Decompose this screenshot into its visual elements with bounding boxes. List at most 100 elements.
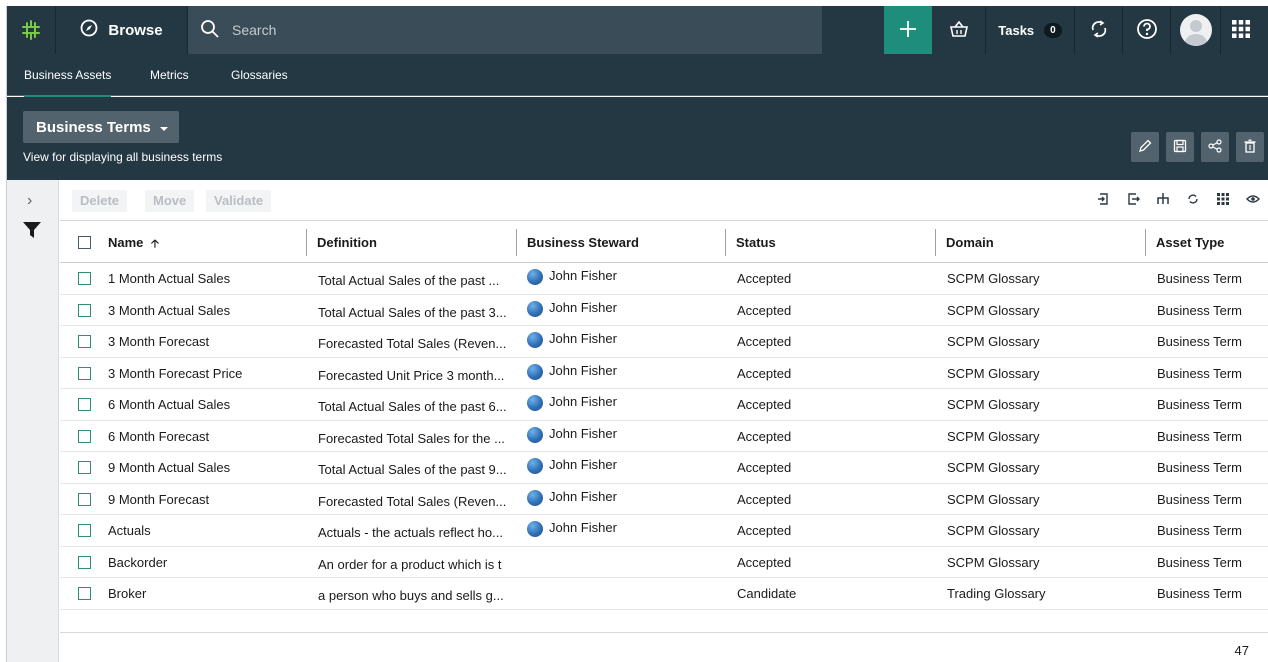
cell-name[interactable]: 3 Month Actual Sales [108, 295, 308, 326]
row-checkbox[interactable] [78, 492, 91, 506]
row-checkbox[interactable] [78, 429, 91, 443]
cell-domain[interactable]: SCPM Glossary [947, 326, 1147, 357]
cell-domain[interactable]: SCPM Glossary [947, 389, 1147, 420]
view-description: View for displaying all business terms [23, 150, 223, 164]
expand-chevron-icon[interactable]: › [27, 192, 32, 210]
help-button[interactable] [1123, 6, 1171, 54]
column-header-definition[interactable]: Definition [306, 222, 377, 263]
table-row[interactable]: 1 Month Actual Sales Total Actual Sales o… [60, 263, 1268, 295]
row-checkbox[interactable] [78, 461, 91, 474]
save-view-button[interactable] [1166, 132, 1194, 162]
row-checkbox[interactable] [78, 366, 91, 380]
cell-name[interactable]: 3 Month Forecast [108, 326, 308, 357]
cell-steward[interactable]: John Fisher [527, 449, 727, 480]
row-checkbox[interactable] [78, 272, 91, 285]
cell-name[interactable]: 9 Month Forecast [108, 484, 308, 515]
user-menu[interactable] [1171, 6, 1221, 54]
cell-steward[interactable]: John Fisher [527, 292, 727, 323]
column-header-steward[interactable]: Business Steward [516, 222, 639, 263]
validate-button[interactable]: Validate [206, 190, 272, 212]
cell-steward[interactable]: John Fisher [527, 512, 727, 543]
view-actions [1131, 132, 1264, 162]
cell-domain[interactable]: SCPM Glossary [947, 295, 1147, 326]
steward-name: John Fisher [549, 331, 617, 346]
cell-definition: Actuals - the actuals reflect ho... [318, 525, 503, 540]
export-icon[interactable] [1125, 190, 1141, 208]
table-row[interactable]: 3 Month Forecast Forecasted Total Sales (… [60, 326, 1268, 358]
cell-name[interactable]: 1 Month Actual Sales [108, 263, 308, 294]
table-row[interactable]: 3 Month Forecast Price Forecasted Unit Pr… [60, 355, 1268, 389]
cell-domain[interactable]: Trading Glossary [947, 578, 1147, 609]
apps-button[interactable] [1221, 6, 1261, 54]
delete-button[interactable]: Delete [72, 190, 128, 212]
table-row[interactable]: Actuals Actuals - the actuals reflect ho.… [60, 515, 1268, 547]
column-header-status[interactable]: Status [725, 222, 776, 263]
column-header-domain[interactable]: Domain [935, 222, 994, 263]
column-header-asset-type[interactable]: Asset Type [1144, 222, 1224, 263]
cell-name[interactable]: 6 Month Actual Sales [108, 389, 308, 420]
tab-business-assets[interactable]: Business Assets [24, 54, 112, 97]
basket-button[interactable] [932, 6, 986, 54]
cell-steward[interactable]: John Fisher [527, 418, 727, 449]
row-checkbox[interactable] [78, 524, 91, 537]
user-avatar-icon [527, 458, 543, 474]
table-row[interactable]: 6 Month Forecast Forecasted Total Sales f… [60, 418, 1268, 452]
cell-status: Accepted [737, 523, 792, 538]
search-input[interactable]: Search [188, 6, 822, 54]
cell-steward[interactable]: John Fisher [527, 323, 727, 354]
share-view-button[interactable] [1201, 132, 1229, 162]
hierarchy-icon[interactable] [1155, 190, 1171, 208]
table-row[interactable]: Broker a person who buys and sells g... Ca… [60, 578, 1268, 610]
cell-domain[interactable]: SCPM Glossary [947, 515, 1147, 546]
cell-steward[interactable]: John Fisher [527, 481, 727, 512]
row-checkbox[interactable] [78, 587, 91, 600]
cell-steward[interactable]: John Fisher [527, 355, 727, 386]
cell-steward[interactable]: John Fisher [527, 386, 727, 417]
sync-button[interactable] [1075, 6, 1123, 54]
refresh-icon[interactable] [1185, 190, 1201, 208]
row-checkbox[interactable] [78, 398, 91, 411]
cell-name[interactable]: Backorder [108, 547, 308, 578]
cell-domain[interactable]: SCPM Glossary [947, 547, 1147, 578]
cell-domain[interactable]: SCPM Glossary [947, 421, 1147, 452]
cell-name[interactable]: 3 Month Forecast Price [108, 358, 308, 389]
cell-domain[interactable]: SCPM Glossary [947, 263, 1147, 294]
browse-button[interactable]: Browse [56, 6, 188, 54]
cell-name[interactable]: Actuals [108, 515, 308, 546]
table-row[interactable]: 3 Month Actual Sales Total Actual Sales o… [60, 292, 1268, 326]
import-icon[interactable] [1095, 190, 1111, 208]
delete-view-button[interactable] [1236, 132, 1264, 162]
cell-name[interactable]: 6 Month Forecast [108, 421, 308, 452]
select-all-checkbox[interactable] [78, 236, 91, 249]
filter-rail: › [7, 180, 59, 662]
tab-metrics[interactable]: Metrics [150, 54, 189, 96]
cell-status: Candidate [737, 586, 797, 601]
cell-domain[interactable]: SCPM Glossary [947, 358, 1147, 389]
cell-asset-type: Business Term [1157, 334, 1243, 349]
cell-domain[interactable]: SCPM Glossary [947, 452, 1147, 483]
view-selector-button[interactable]: Business Terms [23, 111, 179, 143]
table-row[interactable]: Backorder An order for a product which is… [60, 547, 1268, 578]
eye-icon[interactable] [1245, 190, 1261, 208]
filter-icon[interactable] [22, 220, 42, 243]
create-button[interactable] [884, 6, 932, 54]
row-checkbox[interactable] [78, 335, 91, 348]
row-checkbox[interactable] [78, 555, 91, 569]
tasks-button[interactable]: Tasks 0 [986, 6, 1075, 54]
logo-icon[interactable] [7, 6, 56, 54]
columns-grid-icon[interactable] [1215, 190, 1231, 208]
edit-view-button[interactable] [1131, 132, 1159, 162]
table-row[interactable]: 6 Month Actual Sales Total Actual Sales o… [60, 389, 1268, 421]
move-button[interactable]: Move [145, 190, 195, 212]
cell-steward[interactable]: John Fisher [527, 260, 727, 291]
tab-glossaries[interactable]: Glossaries [231, 54, 288, 96]
cell-asset-type: Business Term [1157, 397, 1243, 412]
column-header-name[interactable]: Name 🡡 [108, 222, 159, 263]
cell-name[interactable]: Broker [108, 578, 308, 609]
cell-asset-type: Business Term [1157, 586, 1243, 601]
cell-domain[interactable]: SCPM Glossary [947, 484, 1147, 515]
table-row[interactable]: 9 Month Actual Sales Total Actual Sales o… [60, 452, 1268, 484]
table-row[interactable]: 9 Month Forecast Forecasted Total Sales (… [60, 481, 1268, 515]
cell-name[interactable]: 9 Month Actual Sales [108, 452, 308, 483]
row-checkbox[interactable] [78, 303, 91, 317]
